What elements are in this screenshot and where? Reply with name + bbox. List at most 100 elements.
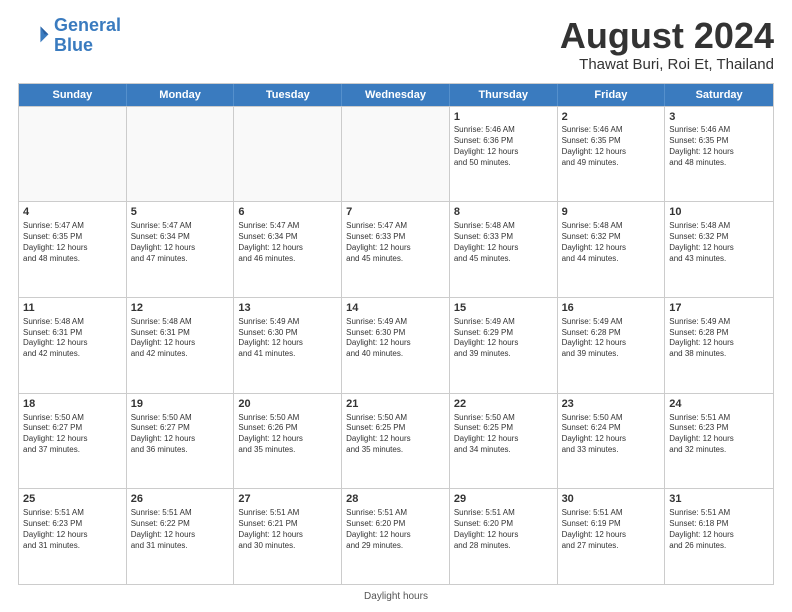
day-cell-8: 8Sunrise: 5:48 AM Sunset: 6:33 PM Daylig…: [450, 202, 558, 297]
day-number: 29: [454, 492, 553, 507]
empty-cell: [234, 107, 342, 202]
day-info: Sunrise: 5:49 AM Sunset: 6:30 PM Dayligh…: [238, 317, 337, 360]
day-info: Sunrise: 5:46 AM Sunset: 6:35 PM Dayligh…: [669, 125, 769, 168]
empty-cell: [127, 107, 235, 202]
empty-cell: [19, 107, 127, 202]
day-number: 19: [131, 397, 230, 412]
day-cell-21: 21Sunrise: 5:50 AM Sunset: 6:25 PM Dayli…: [342, 394, 450, 489]
day-info: Sunrise: 5:51 AM Sunset: 6:20 PM Dayligh…: [346, 508, 445, 551]
day-cell-13: 13Sunrise: 5:49 AM Sunset: 6:30 PM Dayli…: [234, 298, 342, 393]
day-number: 25: [23, 492, 122, 507]
day-number: 7: [346, 205, 445, 220]
day-info: Sunrise: 5:50 AM Sunset: 6:25 PM Dayligh…: [454, 413, 553, 456]
day-info: Sunrise: 5:49 AM Sunset: 6:30 PM Dayligh…: [346, 317, 445, 360]
day-number: 27: [238, 492, 337, 507]
day-number: 20: [238, 397, 337, 412]
day-cell-24: 24Sunrise: 5:51 AM Sunset: 6:23 PM Dayli…: [665, 394, 773, 489]
day-cell-22: 22Sunrise: 5:50 AM Sunset: 6:25 PM Dayli…: [450, 394, 558, 489]
day-info: Sunrise: 5:50 AM Sunset: 6:26 PM Dayligh…: [238, 413, 337, 456]
day-info: Sunrise: 5:50 AM Sunset: 6:27 PM Dayligh…: [23, 413, 122, 456]
page: General Blue August 2024 Thawat Buri, Ro…: [0, 0, 792, 612]
day-info: Sunrise: 5:47 AM Sunset: 6:34 PM Dayligh…: [238, 221, 337, 264]
header: General Blue August 2024 Thawat Buri, Ro…: [18, 16, 774, 73]
day-info: Sunrise: 5:47 AM Sunset: 6:33 PM Dayligh…: [346, 221, 445, 264]
day-of-week-saturday: Saturday: [665, 84, 773, 106]
day-number: 21: [346, 397, 445, 412]
day-cell-27: 27Sunrise: 5:51 AM Sunset: 6:21 PM Dayli…: [234, 489, 342, 584]
day-info: Sunrise: 5:49 AM Sunset: 6:28 PM Dayligh…: [562, 317, 661, 360]
day-cell-6: 6Sunrise: 5:47 AM Sunset: 6:34 PM Daylig…: [234, 202, 342, 297]
day-number: 2: [562, 110, 661, 125]
day-info: Sunrise: 5:51 AM Sunset: 6:20 PM Dayligh…: [454, 508, 553, 551]
calendar: SundayMondayTuesdayWednesdayThursdayFrid…: [18, 83, 774, 585]
day-number: 9: [562, 205, 661, 220]
week-row-1: 1Sunrise: 5:46 AM Sunset: 6:36 PM Daylig…: [19, 106, 773, 202]
day-number: 28: [346, 492, 445, 507]
title-block: August 2024 Thawat Buri, Roi Et, Thailan…: [560, 16, 774, 73]
day-info: Sunrise: 5:48 AM Sunset: 6:31 PM Dayligh…: [131, 317, 230, 360]
day-of-week-thursday: Thursday: [450, 84, 558, 106]
day-number: 30: [562, 492, 661, 507]
month-title: August 2024: [560, 16, 774, 56]
day-number: 12: [131, 301, 230, 316]
day-info: Sunrise: 5:50 AM Sunset: 6:24 PM Dayligh…: [562, 413, 661, 456]
day-cell-4: 4Sunrise: 5:47 AM Sunset: 6:35 PM Daylig…: [19, 202, 127, 297]
day-number: 8: [454, 205, 553, 220]
day-number: 26: [131, 492, 230, 507]
day-cell-29: 29Sunrise: 5:51 AM Sunset: 6:20 PM Dayli…: [450, 489, 558, 584]
day-cell-12: 12Sunrise: 5:48 AM Sunset: 6:31 PM Dayli…: [127, 298, 235, 393]
day-cell-2: 2Sunrise: 5:46 AM Sunset: 6:35 PM Daylig…: [558, 107, 666, 202]
day-info: Sunrise: 5:47 AM Sunset: 6:34 PM Dayligh…: [131, 221, 230, 264]
day-of-week-tuesday: Tuesday: [234, 84, 342, 106]
day-number: 10: [669, 205, 769, 220]
day-info: Sunrise: 5:51 AM Sunset: 6:23 PM Dayligh…: [23, 508, 122, 551]
week-row-5: 25Sunrise: 5:51 AM Sunset: 6:23 PM Dayli…: [19, 488, 773, 584]
day-info: Sunrise: 5:49 AM Sunset: 6:29 PM Dayligh…: [454, 317, 553, 360]
day-cell-14: 14Sunrise: 5:49 AM Sunset: 6:30 PM Dayli…: [342, 298, 450, 393]
day-info: Sunrise: 5:51 AM Sunset: 6:18 PM Dayligh…: [669, 508, 769, 551]
day-number: 24: [669, 397, 769, 412]
day-of-week-friday: Friday: [558, 84, 666, 106]
day-number: 11: [23, 301, 122, 316]
day-number: 4: [23, 205, 122, 220]
day-number: 17: [669, 301, 769, 316]
day-number: 16: [562, 301, 661, 316]
week-row-3: 11 Sunrise: 5:48 AM Sunset: 6:31 PM Dayli…: [19, 297, 773, 393]
day-cell-28: 28Sunrise: 5:51 AM Sunset: 6:20 PM Dayli…: [342, 489, 450, 584]
logo-general: General: [54, 15, 121, 35]
day-cell-10: 10Sunrise: 5:48 AM Sunset: 6:32 PM Dayli…: [665, 202, 773, 297]
day-cell-17: 17Sunrise: 5:49 AM Sunset: 6:28 PM Dayli…: [665, 298, 773, 393]
day-info: Sunrise: 5:51 AM Sunset: 6:23 PM Dayligh…: [669, 413, 769, 456]
day-cell-31: 31Sunrise: 5:51 AM Sunset: 6:18 PM Dayli…: [665, 489, 773, 584]
day-number: 22: [454, 397, 553, 412]
empty-cell: [342, 107, 450, 202]
day-cell-3: 3Sunrise: 5:46 AM Sunset: 6:35 PM Daylig…: [665, 107, 773, 202]
day-number: 23: [562, 397, 661, 412]
day-cell-18: 18Sunrise: 5:50 AM Sunset: 6:27 PM Dayli…: [19, 394, 127, 489]
day-info: Sunrise: 5:49 AM Sunset: 6:28 PM Dayligh…: [669, 317, 769, 360]
location: Thawat Buri, Roi Et, Thailand: [560, 56, 774, 73]
day-number: 13: [238, 301, 337, 316]
calendar-header: SundayMondayTuesdayWednesdayThursdayFrid…: [19, 84, 773, 106]
day-info: Sunrise: 5:46 AM Sunset: 6:35 PM Dayligh…: [562, 125, 661, 168]
day-cell-30: 30Sunrise: 5:51 AM Sunset: 6:19 PM Dayli…: [558, 489, 666, 584]
day-cell-16: 16Sunrise: 5:49 AM Sunset: 6:28 PM Dayli…: [558, 298, 666, 393]
day-of-week-monday: Monday: [127, 84, 235, 106]
day-info: Sunrise: 5:51 AM Sunset: 6:22 PM Dayligh…: [131, 508, 230, 551]
day-info: Sunrise: 5:48 AM Sunset: 6:33 PM Dayligh…: [454, 221, 553, 264]
logo: General Blue: [18, 16, 121, 56]
day-number: 3: [669, 110, 769, 125]
calendar-body: 1Sunrise: 5:46 AM Sunset: 6:36 PM Daylig…: [19, 106, 773, 584]
day-number: 5: [131, 205, 230, 220]
day-cell-20: 20Sunrise: 5:50 AM Sunset: 6:26 PM Dayli…: [234, 394, 342, 489]
day-cell-15: 15Sunrise: 5:49 AM Sunset: 6:29 PM Dayli…: [450, 298, 558, 393]
day-cell-23: 23Sunrise: 5:50 AM Sunset: 6:24 PM Dayli…: [558, 394, 666, 489]
day-number: 18: [23, 397, 122, 412]
day-info: Sunrise: 5:51 AM Sunset: 6:19 PM Dayligh…: [562, 508, 661, 551]
day-of-week-wednesday: Wednesday: [342, 84, 450, 106]
day-info: Sunrise: 5:48 AM Sunset: 6:32 PM Dayligh…: [562, 221, 661, 264]
day-number: 15: [454, 301, 553, 316]
day-info: Sunrise: 5:50 AM Sunset: 6:25 PM Dayligh…: [346, 413, 445, 456]
day-number: 1: [454, 110, 553, 125]
week-row-2: 4Sunrise: 5:47 AM Sunset: 6:35 PM Daylig…: [19, 201, 773, 297]
